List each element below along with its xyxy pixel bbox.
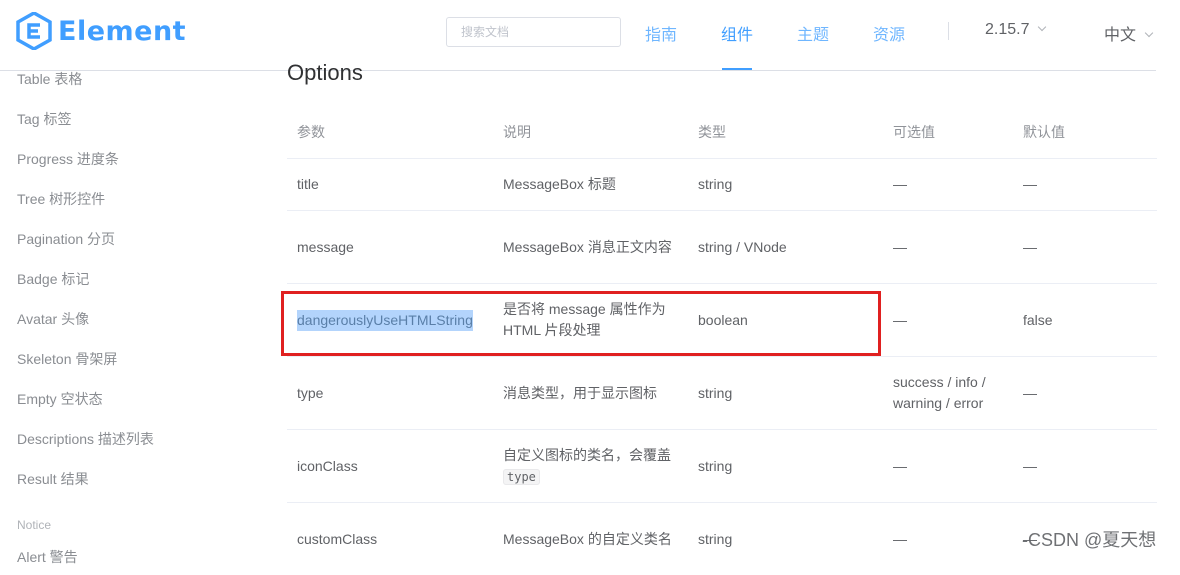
nav-divider <box>948 22 949 40</box>
column-header: 说明 <box>503 124 531 140</box>
param-cell: title <box>297 176 319 192</box>
options-cell: — <box>893 530 907 547</box>
type-cell: string <box>698 457 733 474</box>
default-cell: — <box>1023 176 1037 192</box>
sidebar-item-alert[interactable]: Alert 警告 <box>17 547 78 567</box>
default-cell: — <box>1023 457 1037 474</box>
search-input[interactable] <box>446 17 621 47</box>
default-cell: false <box>1023 311 1053 328</box>
table-row: title MessageBox 标题 string — — <box>287 159 1157 211</box>
sidebar-group-label: Notice <box>17 518 52 532</box>
sidebar-item-skeleton[interactable]: Skeleton 骨架屏 <box>17 349 117 369</box>
language-label: 中文 <box>1104 27 1137 44</box>
desc-text: 自定义图标的类名，会覆盖 <box>503 446 671 463</box>
chevron-down-icon <box>1144 28 1154 38</box>
nav-guide[interactable]: 指南 <box>645 21 677 45</box>
nav-component[interactable]: 组件 <box>721 21 753 45</box>
version-label: 2.15.7 <box>985 21 1030 38</box>
sidebar-item-result[interactable]: Result 结果 <box>17 469 89 489</box>
logo-text: Element <box>58 15 187 47</box>
desc-cell: 自定义图标的类名，会覆盖 type <box>503 430 673 502</box>
column-header: 参数 <box>297 124 325 140</box>
param-cell: customClass <box>297 530 378 547</box>
param-cell: type <box>297 384 324 401</box>
sidebar-item-empty[interactable]: Empty 空状态 <box>17 389 103 409</box>
language-dropdown[interactable]: 中文 <box>1104 21 1154 45</box>
options-cell: — <box>893 238 907 255</box>
default-cell: — <box>1023 238 1037 255</box>
sidebar-item-pagination[interactable]: Pagination 分页 <box>17 229 115 249</box>
nav-resource[interactable]: 资源 <box>873 21 905 45</box>
table-row: message MessageBox 消息正文内容 string / VNode… <box>287 211 1157 284</box>
sidebar-item-tag[interactable]: Tag 标签 <box>17 109 71 129</box>
column-header: 默认值 <box>1023 124 1065 140</box>
sidebar-item-descriptions[interactable]: Descriptions 描述列表 <box>17 429 154 449</box>
version-dropdown[interactable]: 2.15.7 <box>985 21 1047 39</box>
type-cell: string <box>698 530 733 547</box>
column-header: 类型 <box>698 124 726 140</box>
watermark: -CSDN @夏天想 <box>1022 530 1157 550</box>
type-cell: string / VNode <box>698 238 787 255</box>
desc-cell: MessageBox 标题 <box>503 176 616 192</box>
type-cell: string <box>698 384 733 401</box>
chevron-down-icon <box>1038 22 1047 32</box>
table-header-row: 参数 说明 类型 可选值 默认值 <box>287 107 1157 159</box>
options-cell: — <box>893 457 907 474</box>
table-row: iconClass 自定义图标的类名，会覆盖 type string — — <box>287 430 1157 503</box>
options-cell: success / info / warning / error <box>893 374 986 411</box>
column-header: 可选值 <box>893 124 935 140</box>
sidebar-item-avatar[interactable]: Avatar 头像 <box>17 309 89 329</box>
top-header: Element 指南 组件 主题 资源 2.15.7 中文 <box>0 0 1180 70</box>
desc-cell: MessageBox 的自定义类名 <box>503 530 672 547</box>
table-row: type 消息类型，用于显示图标 string success / info /… <box>287 357 1157 430</box>
element-logo[interactable]: Element <box>16 12 186 50</box>
header-divider <box>0 70 1156 71</box>
nav-theme[interactable]: 主题 <box>797 21 829 45</box>
element-logo-icon <box>16 12 52 50</box>
param-cell: iconClass <box>297 457 358 474</box>
options-cell: — <box>893 176 907 192</box>
sidebar-item-table[interactable]: Table 表格 <box>17 69 82 89</box>
options-cell: — <box>893 311 907 328</box>
highlight-annotation-box <box>281 291 881 356</box>
inline-code: type <box>503 468 540 485</box>
sidebar-item-badge[interactable]: Badge 标记 <box>17 269 89 289</box>
desc-cell: MessageBox 消息正文内容 <box>503 238 672 255</box>
desc-cell: 消息类型，用于显示图标 <box>503 384 657 401</box>
sidebar-item-progress[interactable]: Progress 进度条 <box>17 149 119 169</box>
section-title: Options <box>287 60 363 85</box>
default-cell: — <box>1023 384 1037 401</box>
type-cell: string <box>698 176 733 192</box>
param-cell: message <box>297 238 354 255</box>
sidebar-item-tree[interactable]: Tree 树形控件 <box>17 189 105 209</box>
